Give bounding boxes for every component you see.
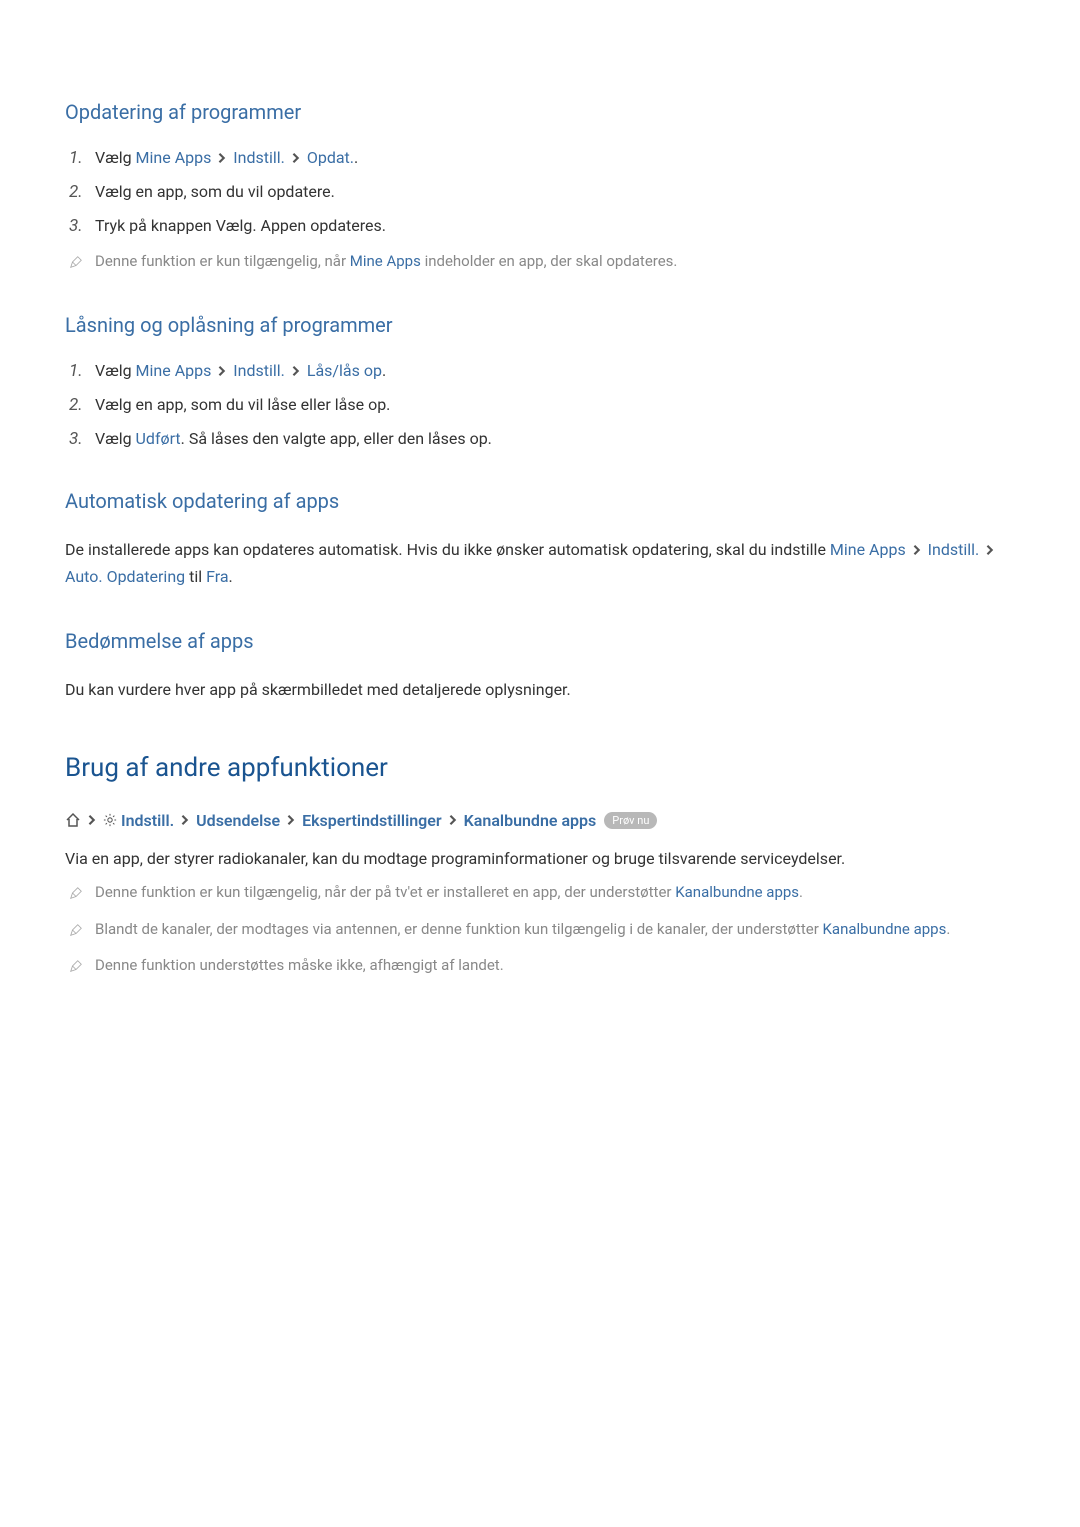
text: . (946, 920, 950, 938)
text: . Så låses den valgte app, eller den lås… (181, 429, 492, 448)
list-content: Vælg en app, som du vil opdatere. (95, 182, 1015, 201)
chevron-right-icon (180, 811, 190, 830)
breadcrumb-path: Indstill. Udsendelse Ekspertindstillinge… (65, 811, 1015, 830)
list-item: 3. Tryk på knappen Vælg. Appen opdateres… (65, 216, 1015, 236)
menu-link-kanalbundne: Kanalbundne apps (823, 920, 947, 938)
list-item: 2. Vælg en app, som du vil låse eller lå… (65, 395, 1015, 415)
body-text: De installerede apps kan opdateres autom… (65, 537, 1015, 589)
chevron-right-icon (87, 811, 97, 830)
breadcrumb-link-indstill: Indstill. (121, 811, 174, 830)
lock-steps-list: 1. Vælg Mine Apps Indstill. Lås/lås op . … (65, 361, 1015, 449)
chevron-right-icon (291, 362, 301, 381)
list-item: 1. Vælg Mine Apps Indstill. Opdat.. (65, 148, 1015, 168)
menu-link-laas: Lås/lås op (307, 361, 382, 380)
text: Blandt de kanaler, der modtages via ante… (95, 920, 823, 938)
menu-link-mine-apps: Mine Apps (136, 148, 212, 167)
menu-link-auto-opdatering: Auto. Opdatering (65, 567, 185, 586)
try-now-badge[interactable]: Prøv nu (604, 812, 657, 829)
text: Denne funktion er kun tilgængelig, når d… (95, 883, 675, 901)
list-item: 2. Vælg en app, som du vil opdatere. (65, 182, 1015, 202)
section-heading-lock: Låsning og oplåsning af programmer (65, 313, 1015, 337)
text: til (189, 567, 206, 586)
section-heading-rating: Bedømmelse af apps (65, 629, 1015, 653)
note-item: Denne funktion er kun tilgængelig, når d… (65, 881, 1015, 904)
note-content: Denne funktion understøttes måske ikke, … (95, 954, 1015, 977)
menu-link-opdat: Opdat. (307, 148, 354, 167)
update-steps-list: 1. Vælg Mine Apps Indstill. Opdat.. 2. V… (65, 148, 1015, 236)
pencil-icon (65, 920, 95, 938)
note-content: Blandt de kanaler, der modtages via ante… (95, 918, 1015, 941)
text: Denne funktion er kun tilgængelig, når (95, 252, 350, 270)
breadcrumb-link-udsendelse: Udsendelse (196, 811, 280, 830)
list-number: 2. (65, 395, 95, 415)
list-item: 3. Vælg Udført. Så låses den valgte app,… (65, 429, 1015, 449)
list-number: 1. (65, 361, 95, 381)
text: Vælg (95, 429, 136, 448)
menu-link-kanalbundne: Kanalbundne apps (675, 883, 799, 901)
menu-link-fra: Fra (206, 567, 228, 586)
note-content: Denne funktion er kun tilgængelig, når M… (95, 250, 1015, 273)
chevron-right-icon (912, 538, 922, 564)
list-number: 3. (65, 216, 95, 236)
gear-icon (103, 813, 117, 827)
home-icon (65, 812, 81, 828)
list-number: 1. (65, 148, 95, 168)
pencil-icon (65, 252, 95, 270)
list-content: Tryk på knappen Vælg. Appen opdateres. (95, 216, 1015, 235)
menu-link-indstill: Indstill. (233, 148, 285, 167)
breadcrumb-link-kanalbundne: Kanalbundne apps (464, 811, 597, 830)
chevron-right-icon (985, 538, 995, 564)
chevron-right-icon (448, 811, 458, 830)
section-heading-update: Opdatering af programmer (65, 100, 1015, 124)
text: Vælg (95, 361, 136, 380)
list-content: Vælg Mine Apps Indstill. Opdat.. (95, 148, 1015, 168)
note-content: Denne funktion er kun tilgængelig, når d… (95, 881, 1015, 904)
body-text: Du kan vurdere hver app på skærmbilledet… (65, 677, 1015, 703)
list-content: Vælg en app, som du vil låse eller låse … (95, 395, 1015, 414)
chevron-right-icon (217, 362, 227, 381)
menu-link-mine-apps: Mine Apps (136, 361, 212, 380)
note-item: Blandt de kanaler, der modtages via ante… (65, 918, 1015, 941)
list-number: 2. (65, 182, 95, 202)
list-number: 3. (65, 429, 95, 449)
list-content: Vælg Udført. Så låses den valgte app, el… (95, 429, 1015, 448)
note-item: Denne funktion understøttes måske ikke, … (65, 954, 1015, 977)
text: De installerede apps kan opdateres autom… (65, 540, 830, 559)
text: indeholder en app, der skal opdateres. (425, 252, 678, 270)
chevron-right-icon (286, 811, 296, 830)
list-content: Vælg Mine Apps Indstill. Lås/lås op. (95, 361, 1015, 381)
text: . (382, 361, 386, 380)
body-text: Via en app, der styrer radiokanaler, kan… (65, 846, 1015, 872)
main-heading-other: Brug af andre appfunktioner (65, 753, 1015, 783)
text: Vælg (95, 148, 136, 167)
list-item: 1. Vælg Mine Apps Indstill. Lås/lås op. (65, 361, 1015, 381)
pencil-icon (65, 956, 95, 974)
text: . (799, 883, 803, 901)
chevron-right-icon (217, 149, 227, 168)
breadcrumb-link-ekspert: Ekspertindstillinger (302, 811, 442, 830)
section-heading-auto: Automatisk opdatering af apps (65, 489, 1015, 513)
menu-link-udfort: Udført (136, 429, 181, 448)
menu-link-indstill: Indstill. (928, 540, 980, 559)
note-item: Denne funktion er kun tilgængelig, når M… (65, 250, 1015, 273)
menu-link-indstill: Indstill. (233, 361, 285, 380)
chevron-right-icon (291, 149, 301, 168)
menu-link-mine-apps: Mine Apps (830, 540, 906, 559)
menu-link-mine-apps: Mine Apps (350, 252, 421, 270)
text: . (229, 567, 233, 586)
pencil-icon (65, 883, 95, 901)
